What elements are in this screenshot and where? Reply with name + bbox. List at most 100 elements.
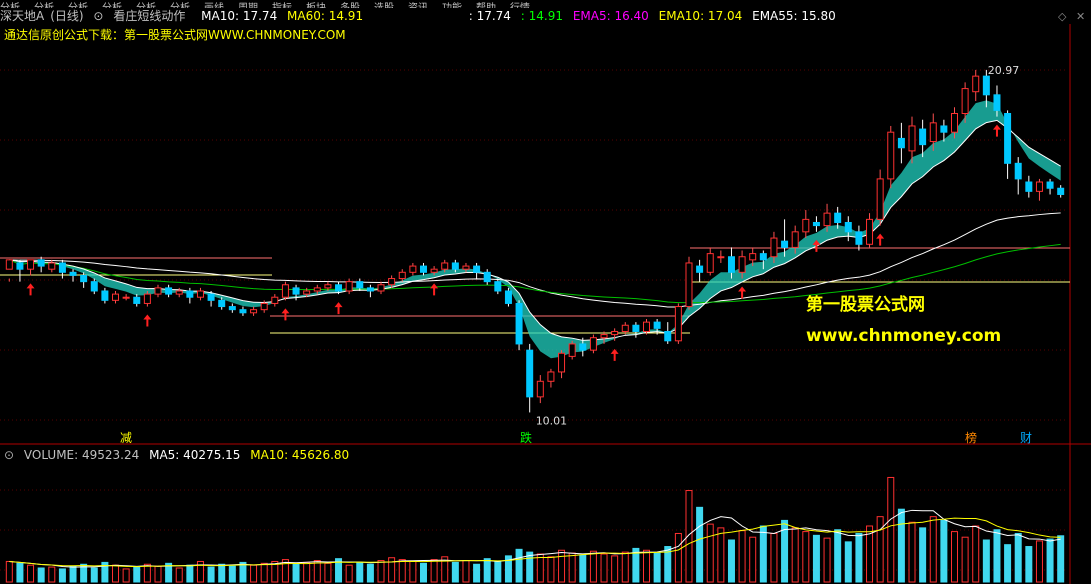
volume-bar-74: [791, 527, 799, 583]
buy-arrow-icon-0: [26, 283, 35, 296]
volume-bar-95: [1014, 532, 1022, 583]
candle-body-80: [855, 231, 863, 245]
candle-body-81: [866, 218, 874, 245]
candle-body-39: [419, 265, 427, 273]
candle-body-10: [112, 293, 120, 301]
volume-bar-1: [16, 562, 24, 583]
volume-bar-21: [228, 565, 236, 583]
candle-body-87: [929, 122, 937, 143]
candle-body-53: [568, 343, 576, 357]
volume-bar-97: [1035, 540, 1043, 583]
watermark-url: www.chnmoney.com: [806, 326, 1002, 346]
volume-bar-56: [600, 553, 608, 583]
volume-bar-88: [940, 519, 948, 583]
volume-bar-28: [303, 561, 311, 583]
volume-bar-20: [218, 563, 226, 583]
candle-body-59: [632, 324, 640, 332]
volume-bar-94: [1004, 544, 1012, 583]
candle-body-90: [961, 88, 969, 115]
volume-bar-96: [1025, 546, 1033, 583]
candle-body-61: [653, 321, 661, 329]
volume-bar-78: [834, 529, 842, 583]
candle-body-60: [643, 321, 651, 332]
volume-bar-8: [90, 567, 98, 583]
volume-bar-87: [929, 516, 937, 583]
chevron-icon[interactable]: ⊙: [4, 448, 14, 462]
volume-bar-42: [451, 561, 459, 583]
volume-bar-79: [844, 541, 852, 583]
volume-bar-35: [377, 560, 385, 583]
candle-body-66: [706, 253, 714, 273]
candle-body-49: [526, 349, 534, 398]
candle-body-95: [1014, 162, 1022, 180]
volume-bar-50: [536, 553, 544, 583]
candle-body-67: [717, 256, 725, 259]
volume-bar-77: [823, 537, 831, 583]
candle-body-92: [982, 75, 990, 96]
candle-body-46: [494, 281, 502, 292]
volume-bar-55: [589, 550, 597, 583]
candle-body-20: [218, 299, 226, 308]
volume-bar-46: [494, 560, 502, 583]
volume-bar-84: [897, 508, 905, 583]
candle-body-72: [770, 237, 778, 258]
volume-bar-54: [579, 554, 587, 583]
candle-body-93: [993, 94, 1001, 111]
volume-bar-68: [727, 539, 735, 583]
low-price-label: 10.01: [536, 414, 568, 427]
volume-bar-51: [547, 556, 555, 583]
candle-body-3: [37, 259, 45, 267]
candle-body-19: [207, 293, 215, 301]
candle-body-0: [5, 259, 13, 270]
volume-bar-0: [5, 560, 13, 583]
volume-bar-90: [961, 536, 969, 583]
candle-body-98: [1046, 181, 1054, 189]
candle-body-85: [908, 125, 916, 152]
candle-body-25: [271, 296, 279, 304]
candle-body-15: [165, 287, 173, 295]
candle-body-89: [950, 113, 958, 133]
candle-body-18: [196, 290, 204, 298]
candle-body-31: [335, 284, 343, 292]
candle-body-1: [16, 262, 24, 270]
candle-body-21: [228, 306, 236, 311]
volume-bar-72: [770, 532, 778, 583]
volume-bar-16: [175, 567, 183, 583]
volume-bar-48: [515, 548, 523, 583]
volume-bar-38: [409, 560, 417, 583]
candle-body-70: [749, 253, 757, 261]
volume-bar-2: [27, 564, 35, 583]
candle-body-26: [281, 284, 289, 298]
volume-bar-12: [133, 566, 141, 583]
candle-body-28: [303, 290, 311, 295]
candle-body-73: [781, 240, 789, 248]
volume-bar-4: [48, 566, 56, 583]
candle-body-63: [674, 306, 682, 342]
volume-bar-80: [855, 532, 863, 583]
volume-bar-58: [621, 551, 629, 583]
volume-bar-63: [674, 532, 682, 583]
volume-bar-57: [611, 555, 619, 583]
volume-bar-11: [122, 568, 130, 583]
volume-bar-39: [419, 562, 427, 583]
buy-arrow-icon-4: [430, 283, 439, 296]
candle-body-69: [738, 256, 746, 273]
volume-bar-53: [568, 552, 576, 583]
buy-arrow-icon-2: [281, 308, 290, 321]
volume-bar-82: [876, 516, 884, 583]
candle-body-2: [27, 259, 35, 270]
candle-body-83: [887, 131, 895, 180]
buy-arrow-icon-5: [610, 348, 619, 361]
candle-body-29: [313, 287, 321, 292]
volume-bar-43: [462, 560, 470, 583]
volume-bar-23: [250, 564, 258, 583]
candle-body-64: [685, 262, 693, 308]
candle-body-12: [133, 296, 141, 304]
candle-body-41: [441, 262, 449, 270]
buy-arrow-icon-1: [143, 314, 152, 327]
volume-bar-99: [1057, 535, 1065, 583]
volume-bar-40: [430, 559, 438, 583]
candle-body-14: [154, 287, 162, 295]
candle-body-96: [1025, 181, 1033, 192]
volume-bar-29: [313, 560, 321, 583]
